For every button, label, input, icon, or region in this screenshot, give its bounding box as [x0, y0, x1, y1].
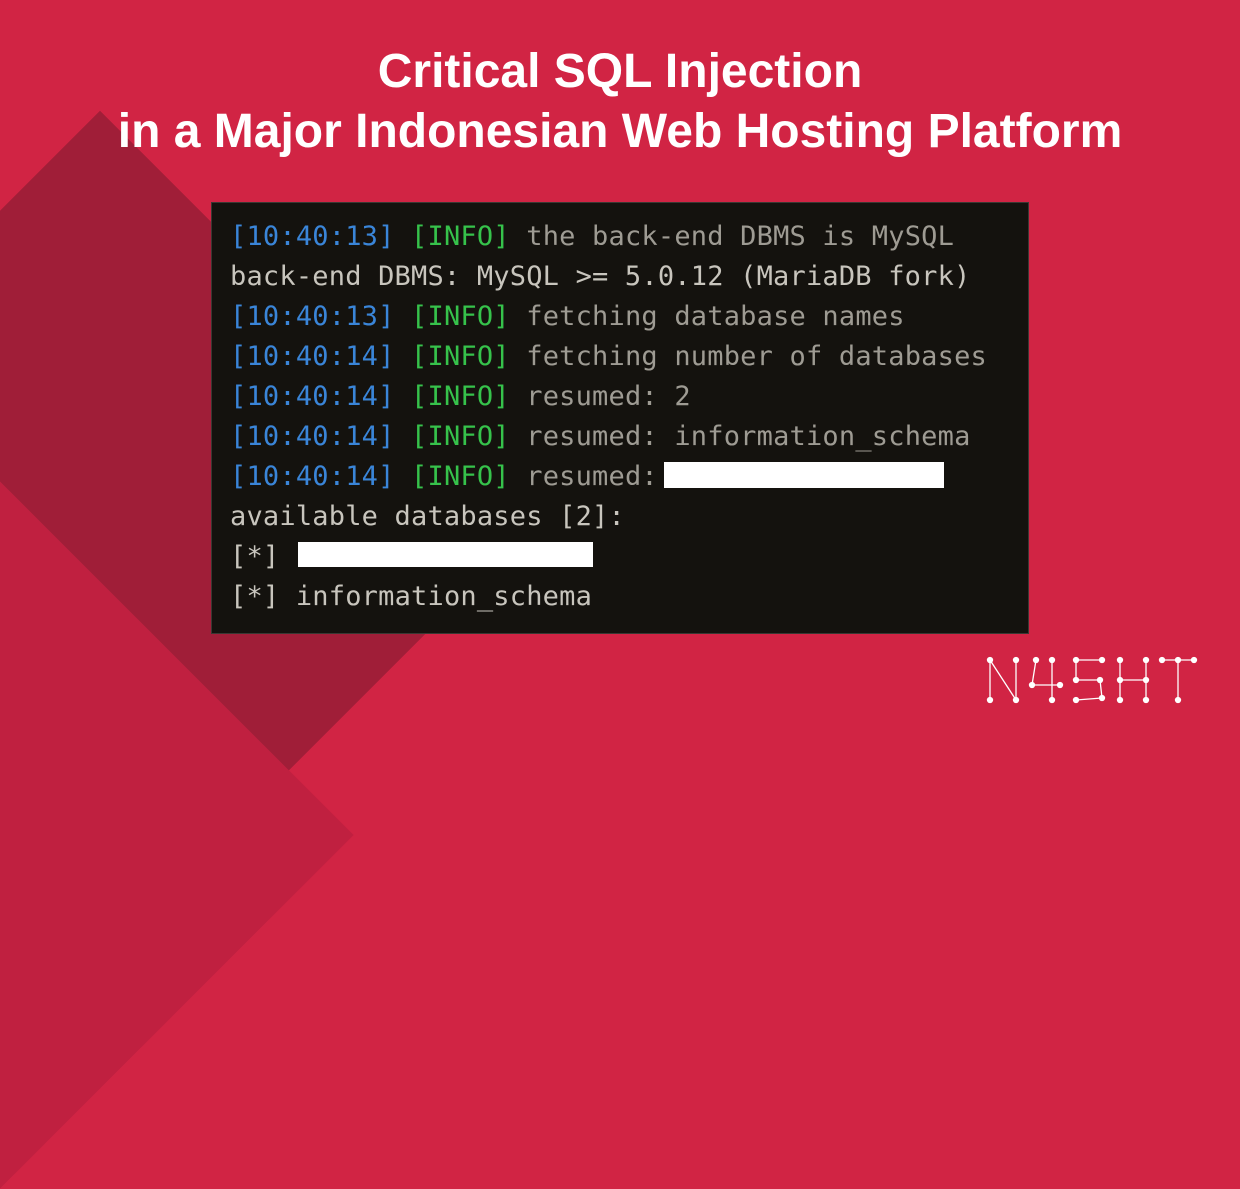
log-message: resumed: 2	[526, 381, 691, 412]
title-line-2: in a Major Indonesian Web Hosting Platfo…	[118, 105, 1123, 158]
page-title: Critical SQL Injection in a Major Indone…	[0, 0, 1240, 162]
terminal-output: [10:40:13] [INFO] the back-end DBMS is M…	[211, 202, 1029, 634]
db-name: information_schema	[296, 581, 592, 612]
timestamp: [10:40:13]	[230, 221, 395, 252]
timestamp: [10:40:14]	[230, 421, 395, 452]
brand-logo	[982, 650, 1202, 715]
log-level: [INFO]	[411, 421, 510, 452]
log-level: [INFO]	[411, 341, 510, 372]
redacted-block	[664, 462, 944, 488]
timestamp: [10:40:14]	[230, 381, 395, 412]
timestamp: [10:40:13]	[230, 301, 395, 332]
log-message: fetching number of databases	[526, 341, 987, 372]
log-level: [INFO]	[411, 461, 510, 492]
db-bullet: [*]	[230, 541, 279, 572]
title-line-1: Critical SQL Injection	[378, 45, 863, 98]
redacted-block	[298, 542, 593, 567]
db-bullet: [*]	[230, 581, 279, 612]
log-message: resumed: information_schema	[526, 421, 970, 452]
log-level: [INFO]	[411, 221, 510, 252]
timestamp: [10:40:14]	[230, 461, 395, 492]
log-message: available databases [2]:	[230, 501, 625, 532]
log-message: the back-end DBMS is MySQL	[526, 221, 954, 252]
log-level: [INFO]	[411, 381, 510, 412]
timestamp: [10:40:14]	[230, 341, 395, 372]
log-message: resumed:	[526, 461, 658, 492]
log-level: [INFO]	[411, 301, 510, 332]
log-message: back-end DBMS: MySQL >= 5.0.12 (MariaDB …	[230, 261, 971, 292]
log-message: fetching database names	[526, 301, 904, 332]
